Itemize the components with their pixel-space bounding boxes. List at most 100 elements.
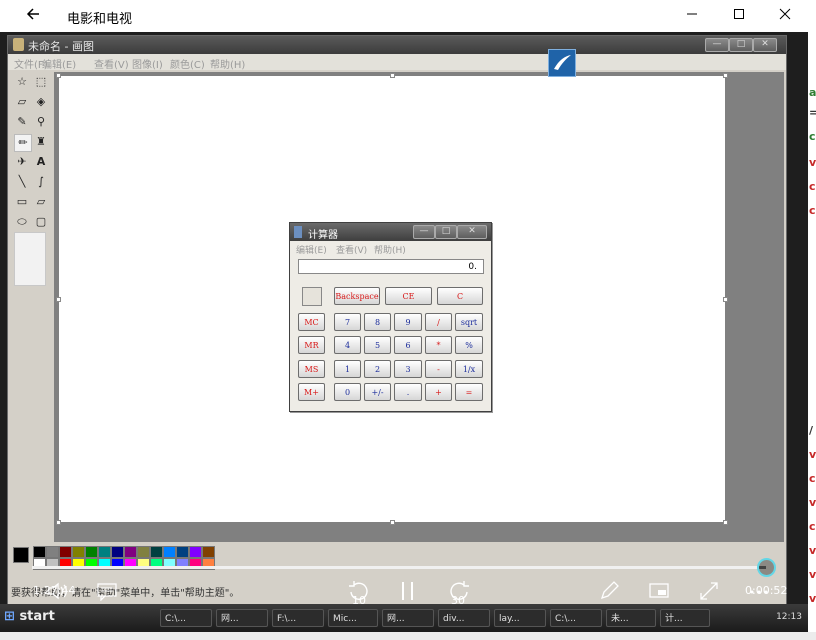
taskbar-item[interactable]: C:\...	[550, 609, 602, 627]
more-options-button[interactable]	[746, 580, 772, 607]
key-divide[interactable]: /	[425, 313, 452, 331]
clear-button[interactable]: C	[437, 287, 483, 305]
airbrush-icon[interactable]: ✈	[14, 154, 30, 170]
paint-maximize-button[interactable]: □	[729, 38, 753, 52]
text-icon[interactable]: A	[33, 154, 49, 170]
taskbar-item[interactable]: 网...	[382, 609, 434, 627]
color-picker-icon[interactable]: ✎	[14, 114, 30, 130]
skip-back-button[interactable]: 10	[344, 580, 374, 609]
palette-swatch[interactable]	[98, 546, 111, 558]
pencil-icon[interactable]: ✏	[14, 134, 32, 152]
mc-button[interactable]: MC	[298, 313, 325, 331]
calc-maximize-button[interactable]: □	[435, 225, 457, 239]
resize-handle[interactable]	[723, 297, 728, 302]
back-button[interactable]	[10, 0, 56, 32]
palette-swatch[interactable]	[150, 546, 163, 558]
key-percent[interactable]: %	[455, 336, 483, 354]
palette-swatch[interactable]	[202, 546, 215, 558]
polygon-icon[interactable]: ▱	[33, 194, 49, 210]
menu-view[interactable]: 查看(V)	[94, 56, 129, 71]
calc-minimize-button[interactable]: —	[413, 225, 435, 239]
palette-swatch[interactable]	[176, 546, 189, 558]
key-3[interactable]: 3	[394, 360, 422, 378]
ms-button[interactable]: MS	[298, 360, 325, 378]
eraser-icon[interactable]: ▱	[14, 94, 30, 110]
resize-handle[interactable]	[390, 520, 395, 525]
fullscreen-button[interactable]	[696, 580, 722, 607]
rounded-rect-icon[interactable]: ▢	[33, 214, 49, 230]
pause-button[interactable]	[396, 580, 420, 607]
calc-menu-view[interactable]: 查看(V)	[336, 243, 367, 256]
taskbar-item[interactable]: 未...	[606, 609, 656, 627]
palette-swatch[interactable]	[137, 546, 150, 558]
palette-swatch[interactable]	[85, 546, 98, 558]
key-7[interactable]: 7	[334, 313, 361, 331]
key-add[interactable]: +	[425, 383, 452, 401]
menu-edit[interactable]: 编辑(E)	[42, 56, 76, 71]
edit-button[interactable]	[596, 580, 622, 607]
key-multiply[interactable]: *	[425, 336, 452, 354]
key-4[interactable]: 4	[334, 336, 361, 354]
palette-swatch[interactable]	[111, 546, 124, 558]
palette-swatch[interactable]	[163, 546, 176, 558]
key-5[interactable]: 5	[364, 336, 391, 354]
key-6[interactable]: 6	[394, 336, 422, 354]
mini-view-button[interactable]	[646, 580, 672, 605]
seek-thumb[interactable]	[757, 558, 776, 577]
key-subtract[interactable]: -	[425, 360, 452, 378]
calc-menu-edit[interactable]: 编辑(E)	[296, 243, 327, 256]
key-reciprocal[interactable]: 1/x	[455, 360, 483, 378]
key-0[interactable]: 0	[334, 383, 361, 401]
palette-swatch[interactable]	[72, 546, 85, 558]
taskbar-item[interactable]: lay...	[494, 609, 546, 627]
backspace-button[interactable]: Backspace	[334, 287, 380, 305]
brush-icon[interactable]: ♜	[33, 134, 49, 150]
line-icon[interactable]: ╲	[14, 174, 30, 190]
captions-button[interactable]	[94, 581, 120, 606]
key-equals[interactable]: =	[455, 383, 483, 401]
taskbar-item[interactable]: 网...	[216, 609, 268, 627]
key-2[interactable]: 2	[364, 360, 391, 378]
menu-colors[interactable]: 颜色(C)	[170, 56, 205, 71]
palette-swatch[interactable]	[189, 546, 202, 558]
calc-menu-help[interactable]: 帮助(H)	[374, 243, 406, 256]
key-1[interactable]: 1	[334, 360, 361, 378]
resize-handle[interactable]	[723, 520, 728, 525]
key-decimal[interactable]: .	[394, 383, 422, 401]
volume-button[interactable]	[44, 581, 70, 606]
primary-color-swatch[interactable]	[13, 547, 29, 563]
tool-options-box[interactable]	[14, 232, 46, 286]
minimize-button[interactable]	[669, 0, 715, 32]
paint-minimize-button[interactable]: —	[705, 38, 729, 52]
mr-button[interactable]: MR	[298, 336, 325, 354]
taskbar-item[interactable]: C:\...	[160, 609, 212, 627]
rectangle-icon[interactable]: ▭	[14, 194, 30, 210]
maximize-button[interactable]	[716, 0, 762, 32]
skip-forward-button[interactable]: 30	[444, 580, 474, 609]
key-negate[interactable]: +/-	[364, 383, 391, 401]
fill-icon[interactable]: ◈	[33, 94, 49, 110]
close-button[interactable]	[762, 0, 808, 32]
key-9[interactable]: 9	[394, 313, 422, 331]
palette-swatch[interactable]	[33, 546, 46, 558]
ce-button[interactable]: CE	[385, 287, 432, 305]
palette-swatch[interactable]	[46, 546, 59, 558]
magnifier-icon[interactable]: ⚲	[33, 114, 49, 130]
palette-swatch[interactable]	[124, 546, 137, 558]
curve-icon[interactable]: ∫	[33, 174, 49, 190]
calc-close-button[interactable]: ✕	[457, 225, 487, 239]
start-button[interactable]: ⊞ start	[4, 609, 66, 627]
free-select-icon[interactable]: ☆	[14, 74, 30, 90]
palette-swatch[interactable]	[59, 546, 72, 558]
paint-close-button[interactable]: ✕	[753, 38, 777, 52]
m-plus-button[interactable]: M+	[298, 383, 325, 401]
menu-help[interactable]: 帮助(H)	[210, 56, 245, 71]
key-8[interactable]: 8	[364, 313, 391, 331]
ellipse-icon[interactable]: ⬭	[14, 214, 30, 230]
video-frame[interactable]: 未命名 - 画图 — □ ✕ 文件(F) 编辑(E) 查看(V) 图像(I) 颜…	[0, 32, 808, 632]
taskbar-item[interactable]: 计...	[660, 609, 710, 627]
rect-select-icon[interactable]: ⬚	[33, 74, 49, 90]
key-sqrt[interactable]: sqrt	[455, 313, 483, 331]
menu-image[interactable]: 图像(I)	[132, 56, 163, 71]
taskbar-item[interactable]: F:\...	[272, 609, 324, 627]
